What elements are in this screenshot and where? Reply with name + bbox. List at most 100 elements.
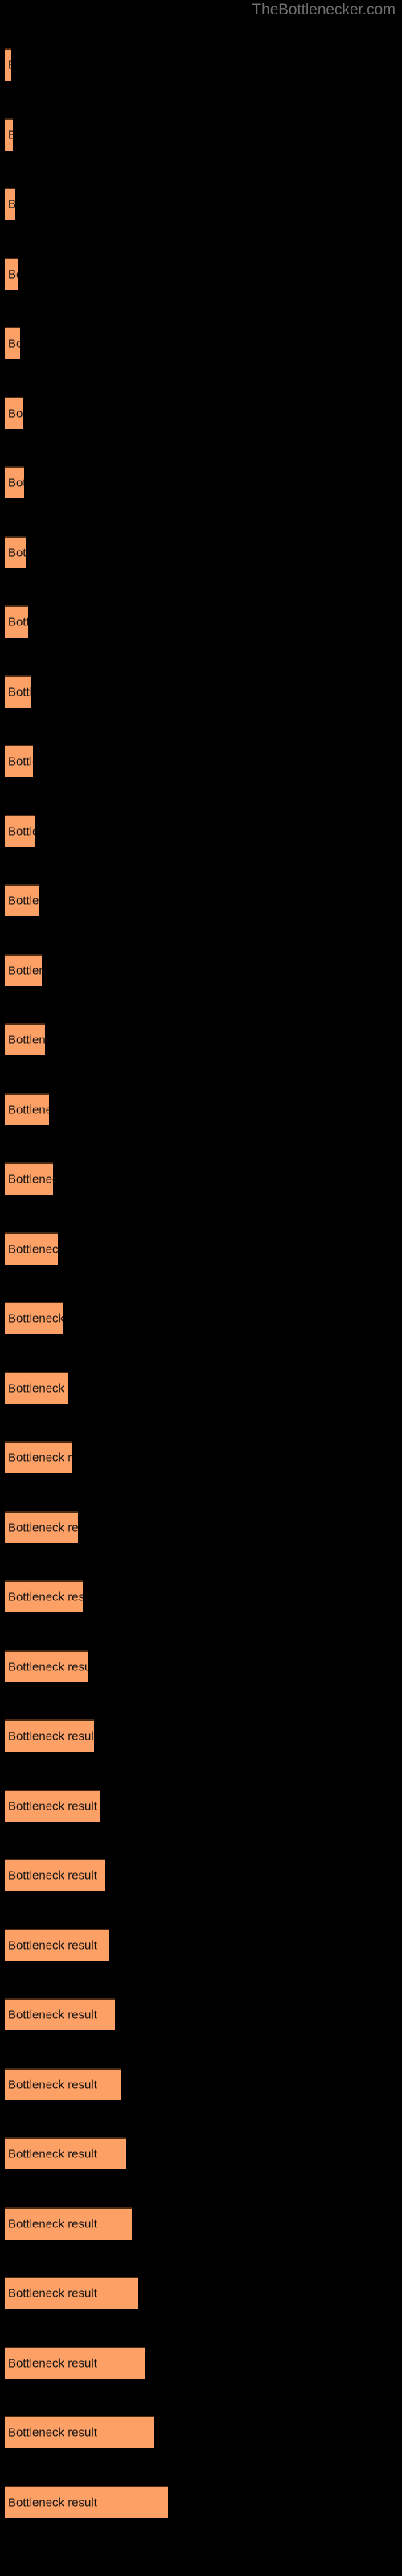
bar-row[interactable]: Bottleneck result [5, 118, 13, 151]
bar-row[interactable]: Bottleneck result [5, 675, 31, 708]
bar-label: Bottleneck result [8, 824, 35, 838]
bar-row[interactable]: Bottleneck result [5, 605, 28, 638]
bar[interactable]: Bottleneck result [5, 396, 23, 429]
bar[interactable]: Bottleneck result [5, 884, 39, 916]
bar[interactable]: Bottleneck result [5, 2416, 154, 2448]
bar-label: Bottleneck result [8, 685, 31, 699]
bar[interactable]: Bottleneck result [5, 1232, 58, 1265]
bar[interactable]: Bottleneck result [5, 1510, 78, 1543]
bar[interactable]: Bottleneck result [5, 1371, 68, 1404]
bar-row[interactable]: Bottleneck result [5, 466, 24, 498]
bar-row[interactable]: Bottleneck result [5, 2416, 154, 2448]
bar-label: Bottleneck result [8, 1172, 53, 1187]
bar-label: Bottleneck result [8, 2425, 97, 2440]
bar[interactable]: Bottleneck result [5, 535, 26, 568]
bar-row[interactable]: Bottleneck result [5, 48, 11, 80]
bar[interactable]: Bottleneck result [5, 188, 15, 220]
bar-row[interactable]: Bottleneck result [5, 1789, 100, 1822]
bar-row[interactable]: Bottleneck result [5, 745, 33, 777]
bar-label: Bottleneck result [8, 754, 33, 769]
bar-label: Bottleneck result [8, 1103, 49, 1117]
bar-row[interactable]: Bottleneck result [5, 1649, 88, 1682]
bar-label: Bottleneck result [8, 546, 26, 559]
bar-label: Bottleneck result [8, 2147, 97, 2161]
bar[interactable]: Bottleneck result [5, 1092, 49, 1125]
bar[interactable]: Bottleneck result [5, 1162, 53, 1195]
bar-row[interactable]: Bottleneck result [5, 1928, 109, 1961]
bar[interactable]: Bottleneck result [5, 1441, 72, 1473]
bar-label: Bottleneck result [8, 1381, 68, 1395]
bar-label: Bottleneck result [8, 1729, 94, 1744]
bar-row[interactable]: Bottleneck result [5, 327, 20, 359]
bar-row[interactable]: Bottleneck result [5, 1719, 94, 1752]
bar-label: Bottleneck result [8, 1451, 72, 1465]
bar[interactable]: Bottleneck result [5, 1789, 100, 1822]
bar-label: Bottleneck result [8, 1590, 83, 1604]
bar-row[interactable]: Bottleneck result [5, 2485, 168, 2518]
bar-label: Bottleneck result [8, 1799, 97, 1813]
bar-row[interactable]: Bottleneck result [5, 188, 15, 220]
bar[interactable]: Bottleneck result [5, 953, 42, 986]
bar[interactable]: Bottleneck result [5, 327, 20, 359]
bar[interactable]: Bottleneck result [5, 1928, 109, 1961]
bar-label: Bottleneck result [8, 2286, 97, 2301]
bar[interactable]: Bottleneck result [5, 2277, 138, 2309]
bar-row[interactable]: Bottleneck result [5, 535, 26, 568]
bar[interactable]: Bottleneck result [5, 1998, 115, 2030]
bar-label: Bottleneck result [8, 2356, 97, 2370]
bar-row[interactable]: Bottleneck result [5, 884, 39, 916]
bar[interactable]: Bottleneck result [5, 2346, 145, 2379]
bar[interactable]: Bottleneck result [5, 2485, 168, 2518]
bar-row[interactable]: Bottleneck result [5, 814, 35, 847]
bar-row[interactable]: Bottleneck result [5, 257, 18, 290]
bar-row[interactable]: Bottleneck result [5, 1998, 115, 2030]
bar-row[interactable]: Bottleneck result [5, 1302, 63, 1334]
bar[interactable]: Bottleneck result [5, 1859, 105, 1891]
bar-label: Bottleneck result [8, 1311, 63, 1326]
bar-row[interactable]: Bottleneck result [5, 2207, 132, 2240]
bar[interactable]: Bottleneck result [5, 814, 35, 847]
bar-label: Bottleneck result [8, 2008, 97, 2022]
bar-row[interactable]: Bottleneck result [5, 1232, 58, 1265]
bar-label: Bottleneck result [8, 476, 24, 490]
bar-label: Bottleneck result [8, 336, 20, 351]
bar-row[interactable]: Bottleneck result [5, 1371, 68, 1404]
bar[interactable]: Bottleneck result [5, 2067, 121, 2100]
bar-label: Bottleneck result [8, 1660, 88, 1674]
bar[interactable]: Bottleneck result [5, 2137, 126, 2169]
bar[interactable]: Bottleneck result [5, 48, 11, 80]
bar-row[interactable]: Bottleneck result [5, 1023, 45, 1055]
bar[interactable]: Bottleneck result [5, 466, 24, 498]
bar-row[interactable]: Bottleneck result [5, 953, 42, 986]
bar-row[interactable]: Bottleneck result [5, 1162, 53, 1195]
bar-row[interactable]: Bottleneck result [5, 2346, 145, 2379]
bar-row[interactable]: Bottleneck result [5, 1441, 72, 1473]
bar-label: Bottleneck result [8, 1521, 78, 1534]
bar-row[interactable]: Bottleneck result [5, 1092, 49, 1125]
bar[interactable]: Bottleneck result [5, 1302, 63, 1334]
bar[interactable]: Bottleneck result [5, 1580, 83, 1612]
bar-row[interactable]: Bottleneck result [5, 2277, 138, 2309]
bar[interactable]: Bottleneck result [5, 745, 33, 777]
bar-label: Bottleneck result [8, 1033, 45, 1047]
bar-row[interactable]: Bottleneck result [5, 2067, 121, 2100]
bar[interactable]: Bottleneck result [5, 605, 28, 638]
bar-label: Bottleneck result [8, 267, 18, 281]
bar[interactable]: Bottleneck result [5, 675, 31, 708]
bar[interactable]: Bottleneck result [5, 1719, 94, 1752]
bar-row[interactable]: Bottleneck result [5, 1859, 105, 1891]
bar-row[interactable]: Bottleneck result [5, 1510, 78, 1543]
bar-label: Bottleneck result [8, 2217, 97, 2231]
bar-label: Bottleneck result [8, 1242, 58, 1256]
bar[interactable]: Bottleneck result [5, 1023, 45, 1055]
bar[interactable]: Bottleneck result [5, 2207, 132, 2240]
bar[interactable]: Bottleneck result [5, 1649, 88, 1682]
bar-row[interactable]: Bottleneck result [5, 1580, 83, 1612]
bar[interactable]: Bottleneck result [5, 118, 13, 151]
bar-row[interactable]: Bottleneck result [5, 396, 23, 429]
bar-label: Bottleneck result [8, 1868, 97, 1883]
bar[interactable]: Bottleneck result [5, 257, 18, 290]
bar-label: Bottleneck result [8, 2496, 97, 2509]
bar-label: Bottleneck result [8, 1938, 97, 1952]
bar-row[interactable]: Bottleneck result [5, 2137, 126, 2169]
